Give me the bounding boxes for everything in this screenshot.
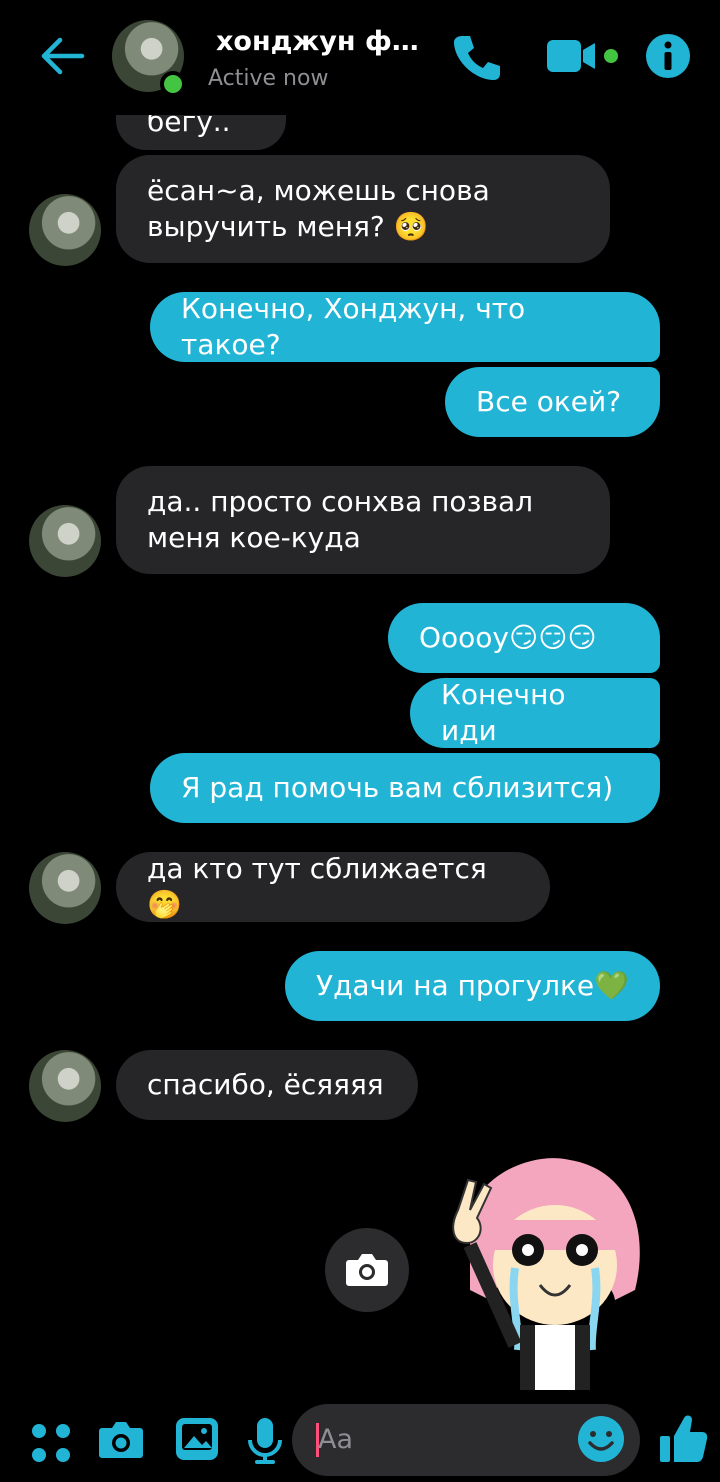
menu-dots-icon[interactable] — [26, 1418, 76, 1468]
message-bubble-incoming[interactable]: да кто тут сближается🤭 — [116, 852, 550, 922]
info-icon[interactable] — [642, 30, 694, 82]
camera-icon — [346, 1254, 388, 1286]
message-text: Я рад помочь вам сблизится) — [181, 771, 614, 804]
message-bubble-outgoing[interactable]: Удачи на прогулке💚 — [285, 951, 660, 1021]
sticker-image[interactable] — [440, 1150, 650, 1390]
camera-button[interactable] — [325, 1228, 409, 1312]
message-bubble-incoming[interactable]: спасибо, ёсяяяя — [116, 1050, 418, 1120]
message-text: да.. просто сонхва позвал меня кое-куда — [147, 485, 534, 554]
contact-avatar[interactable] — [29, 852, 101, 924]
message-text: ёсан~а, можешь снова выручить меня? 🥺 — [147, 174, 490, 243]
message-bubble-incoming[interactable]: ёсан~а, можешь снова выручить меня? 🥺 — [116, 155, 610, 263]
message-bubble-outgoing[interactable]: Конечно, Хонджун, что такое? — [150, 292, 660, 362]
back-arrow-icon[interactable] — [38, 34, 86, 78]
message-text: Конечно, Хонджун, что такое? — [181, 292, 526, 361]
message-list: бегу.. ёсан~а, можешь снова выручить мен… — [0, 0, 720, 1400]
message-input-placeholder: Aa — [318, 1424, 354, 1455]
online-indicator — [160, 71, 186, 97]
message-text: спасибо, ёсяяяя — [147, 1068, 384, 1101]
chat-header: хонджун фл... Active now — [0, 0, 720, 115]
message-bubble-outgoing[interactable]: Конечно иди — [410, 678, 660, 748]
message-bubble-incoming[interactable]: да.. просто сонхва позвал меня кое-куда — [116, 466, 610, 574]
contact-avatar[interactable] — [29, 194, 101, 266]
thumbs-up-icon[interactable] — [656, 1412, 708, 1466]
contact-name[interactable]: хонджун фл... — [216, 26, 426, 57]
message-bubble-outgoing[interactable]: Я рад помочь вам сблизится) — [150, 753, 660, 823]
gallery-icon[interactable] — [172, 1414, 222, 1464]
emoji-icon[interactable] — [576, 1414, 626, 1464]
video-icon[interactable] — [545, 30, 625, 82]
message-bubble-outgoing[interactable]: Ооооу😏😏😏 — [388, 603, 660, 673]
contact-avatar[interactable] — [29, 1050, 101, 1122]
microphone-icon[interactable] — [240, 1416, 290, 1466]
phone-icon[interactable] — [450, 30, 502, 82]
message-text: да кто тут сближается🤭 — [147, 852, 487, 921]
message-text: Все окей? — [476, 385, 622, 418]
message-text: Ооооу😏😏😏 — [419, 621, 597, 654]
contact-avatar[interactable] — [29, 505, 101, 577]
message-bubble-outgoing[interactable]: Все окей? — [445, 367, 660, 437]
contact-status: Active now — [208, 66, 329, 91]
message-text: Удачи на прогулке💚 — [316, 969, 629, 1002]
camera-icon[interactable] — [96, 1416, 146, 1466]
message-text: Конечно иди — [441, 678, 566, 747]
